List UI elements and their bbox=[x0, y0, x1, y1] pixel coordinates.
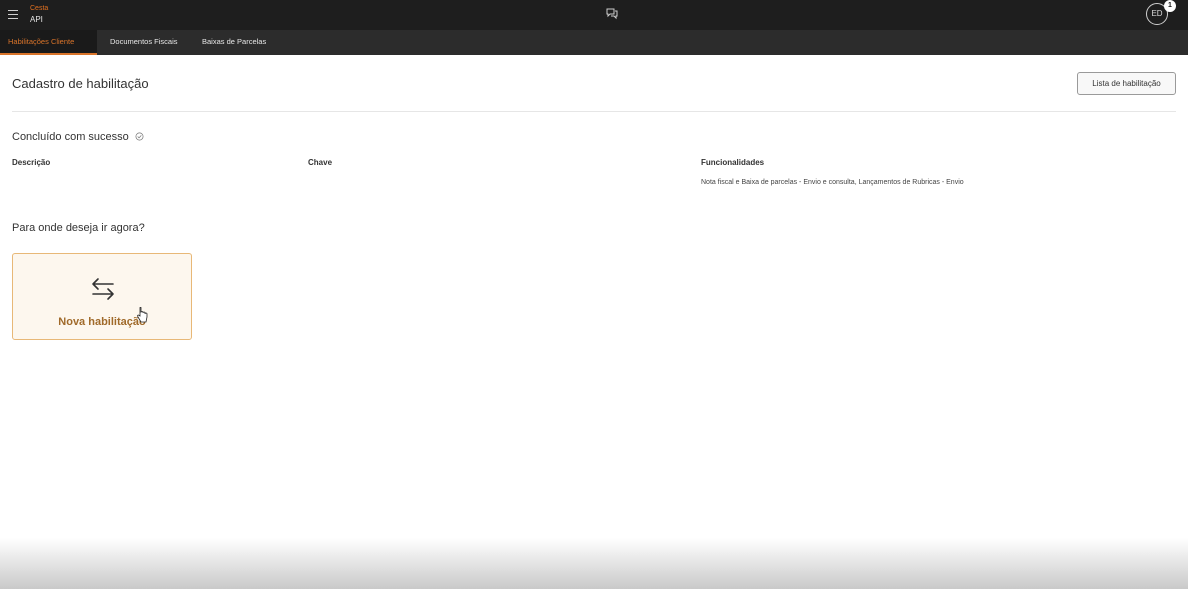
next-step-question: Para onde deseja ir agora? bbox=[12, 222, 145, 234]
success-text: Concluído com sucesso bbox=[12, 131, 129, 143]
brand-subtitle: Cesta bbox=[30, 5, 49, 12]
swap-arrows-icon bbox=[92, 278, 114, 300]
pointer-cursor-icon bbox=[137, 307, 148, 323]
column-header-key: Chave bbox=[308, 158, 333, 167]
list-habilitation-button[interactable]: Lista de habilitação bbox=[1077, 72, 1176, 95]
brand[interactable]: Cesta API bbox=[30, 4, 48, 25]
new-habilitation-label: Nova habilitação bbox=[58, 316, 146, 328]
top-bar: Cesta API ED 1 bbox=[0, 0, 1188, 30]
new-habilitation-card[interactable]: Nova habilitação bbox=[12, 253, 192, 340]
hamburger-menu-icon[interactable] bbox=[6, 7, 20, 21]
page-title: Cadastro de habilitação bbox=[12, 76, 149, 91]
check-circle-icon bbox=[135, 132, 144, 141]
divider bbox=[12, 111, 1176, 112]
success-message: Concluído com sucesso bbox=[12, 131, 144, 143]
tab-baixas-de-parcelas[interactable]: Baixas de Parcelas bbox=[202, 30, 266, 55]
features-value: Nota fiscal e Baixa de parcelas - Envio … bbox=[701, 179, 964, 186]
bottom-gradient bbox=[0, 538, 1188, 589]
chat-icon[interactable] bbox=[605, 6, 619, 20]
tab-habilitacoes[interactable]: Habilitações Cliente bbox=[0, 30, 97, 55]
column-header-features: Funcionalidades bbox=[701, 158, 765, 167]
brand-name: API bbox=[30, 15, 43, 24]
notification-badge: 1 bbox=[1164, 0, 1176, 12]
column-header-description: Descrição bbox=[12, 158, 51, 167]
tab-bar: Habilitações Cliente Documentos Fiscais … bbox=[0, 30, 1188, 55]
tab-documentos-fiscais[interactable]: Documentos Fiscais bbox=[110, 30, 178, 55]
